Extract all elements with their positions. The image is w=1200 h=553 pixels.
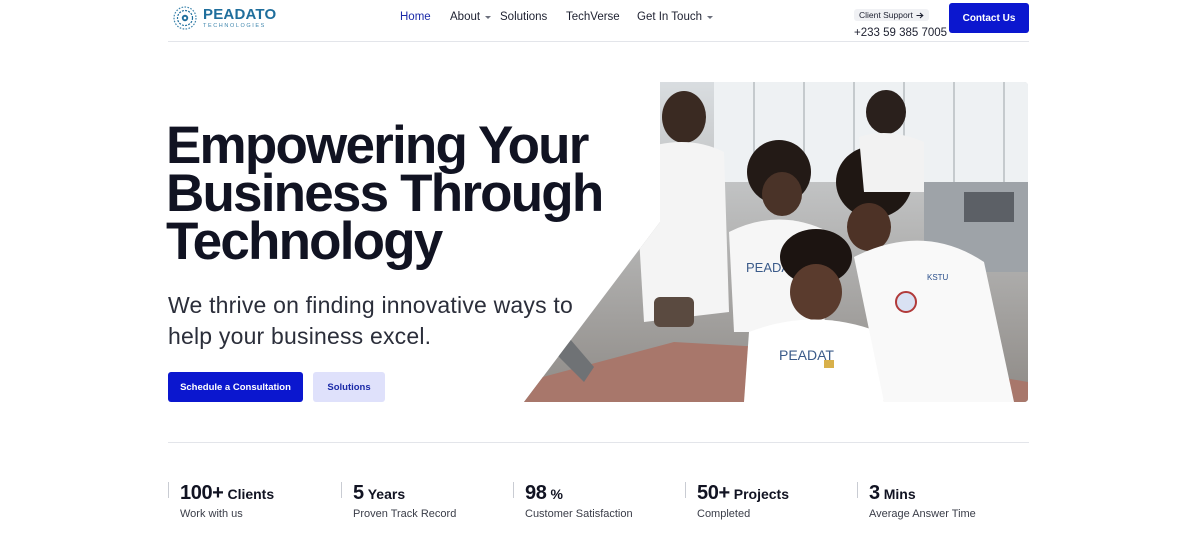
stat-description: Customer Satisfaction	[525, 508, 633, 520]
contact-us-button[interactable]: Contact Us	[949, 3, 1029, 33]
stat-description: Average Answer Time	[869, 508, 976, 520]
stat-divider	[513, 482, 514, 498]
stat-unit: Clients	[227, 486, 275, 502]
nav-item-label: TechVerse	[566, 11, 620, 23]
solutions-button[interactable]: Solutions	[313, 372, 385, 402]
stat-years: 5 Years Proven Track Record	[341, 482, 456, 522]
nav-item-label: Home	[400, 11, 431, 23]
stat-unit: %	[550, 486, 563, 502]
nav-item-label: About	[450, 11, 481, 23]
brand-tagline: TECHNOLOGIES	[203, 22, 266, 29]
schedule-consultation-button[interactable]: Schedule a Consultation	[168, 372, 303, 402]
client-support-label: Client Support	[859, 10, 913, 20]
chevron-down-icon	[707, 16, 713, 19]
stat-satisfaction: 98 % Customer Satisfaction	[513, 482, 633, 522]
client-support: Client Support +233 59 385 7005	[854, 5, 948, 39]
stat-clients: 100+ Clients Work with us	[168, 482, 274, 522]
stat-description: Completed	[697, 508, 751, 520]
stat-value: 50+	[697, 482, 730, 504]
stat-value: 3	[869, 482, 880, 504]
svg-text:KSTU: KSTU	[927, 273, 949, 282]
stat-divider	[685, 482, 686, 498]
stats-divider	[168, 442, 1029, 443]
stat-value: 98	[525, 482, 547, 504]
stat-unit: Years	[367, 486, 406, 502]
stat-value: 100+	[180, 482, 224, 504]
nav-item-techverse[interactable]: TechVerse	[566, 11, 620, 23]
hero-photo: PEADA PEADAT KSTU	[524, 82, 1028, 402]
nav-item-label: Solutions	[500, 11, 548, 23]
stat-description: Proven Track Record	[353, 508, 457, 520]
client-support-link[interactable]: Client Support	[854, 9, 929, 21]
support-phone: +233 59 385 7005	[854, 27, 948, 39]
brand-logo[interactable]: PEADATO TECHNOLOGIES	[172, 4, 276, 32]
stat-divider	[341, 482, 342, 498]
stat-value: 5	[353, 482, 364, 504]
nav-item-about[interactable]: About	[450, 11, 492, 23]
brand-name: PEADATO	[203, 5, 277, 23]
nav-item-label: Get In Touch	[637, 11, 702, 23]
stat-projects: 50+ Projects Completed	[685, 482, 789, 522]
header-divider	[168, 41, 1029, 42]
chevron-down-icon	[485, 16, 492, 19]
stat-divider	[168, 482, 169, 498]
arrow-right-icon	[916, 12, 924, 18]
nav-item-solutions[interactable]: Solutions	[500, 11, 547, 23]
site-header: PEADATO TECHNOLOGIES Home About Solution…	[0, 0, 1200, 42]
stat-divider	[857, 482, 858, 498]
stat-description: Work with us	[180, 508, 243, 520]
nav-item-home[interactable]: Home	[400, 11, 431, 23]
stat-unit: Mins	[883, 486, 916, 502]
stat-answer-time: 3 Mins Average Answer Time	[857, 482, 976, 522]
stat-unit: Projects	[733, 486, 789, 502]
nav-item-get-in-touch[interactable]: Get In Touch	[637, 11, 713, 23]
logo-icon	[173, 6, 197, 30]
